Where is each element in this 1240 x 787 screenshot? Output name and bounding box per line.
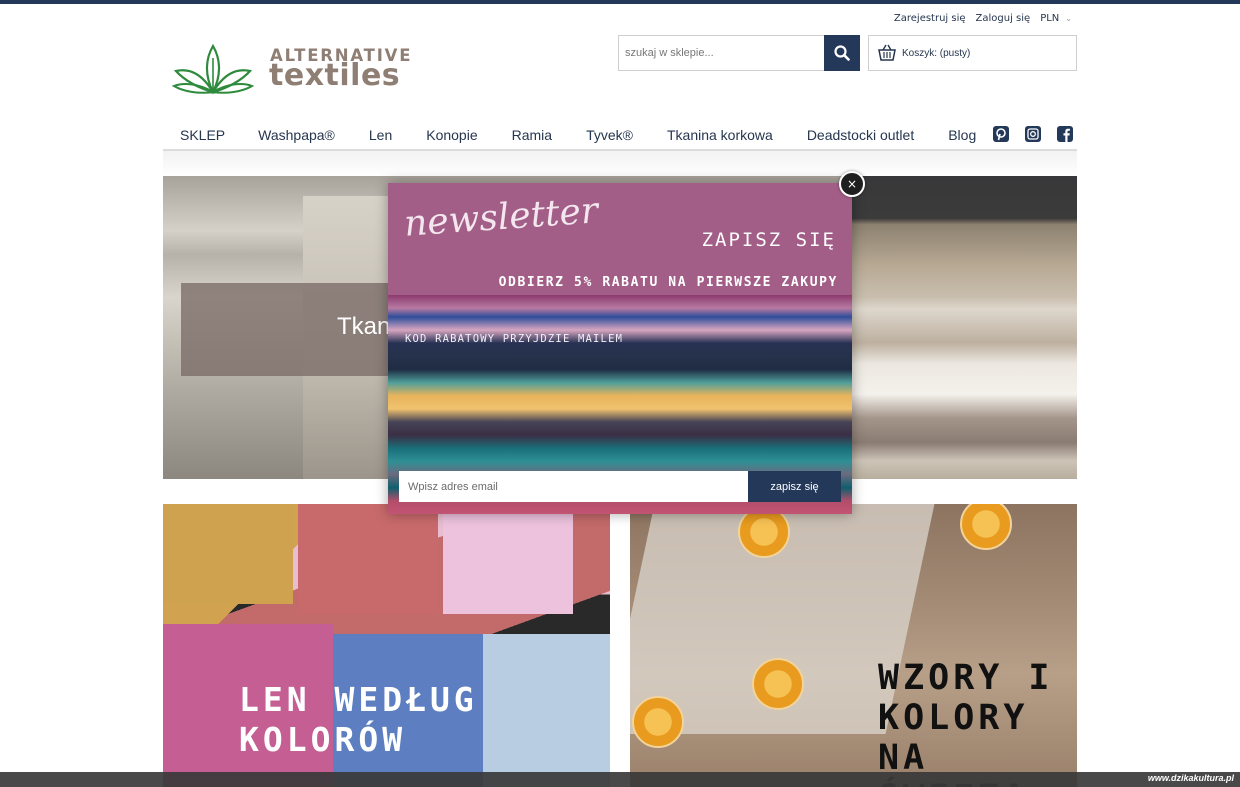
newsletter-form: zapisz się <box>399 471 841 502</box>
close-icon: × <box>846 177 858 191</box>
popup-code-text: KOD RABATOWY PRZYJDZIE MAILEM <box>405 333 624 345</box>
popup-discount-text: ODBIERZ 5% RABATU NA PIERWSZE ZAKUPY <box>498 275 838 290</box>
popup-subscribe-heading: ZAPISZ SIĘ <box>701 229 836 251</box>
close-popup-button[interactable]: × <box>839 171 865 197</box>
newsletter-popup: newsletter ZAPISZ SIĘ ODBIERZ 5% RABATU … <box>388 183 852 514</box>
subscribe-button[interactable]: zapisz się <box>748 471 841 502</box>
email-input[interactable] <box>399 471 748 502</box>
